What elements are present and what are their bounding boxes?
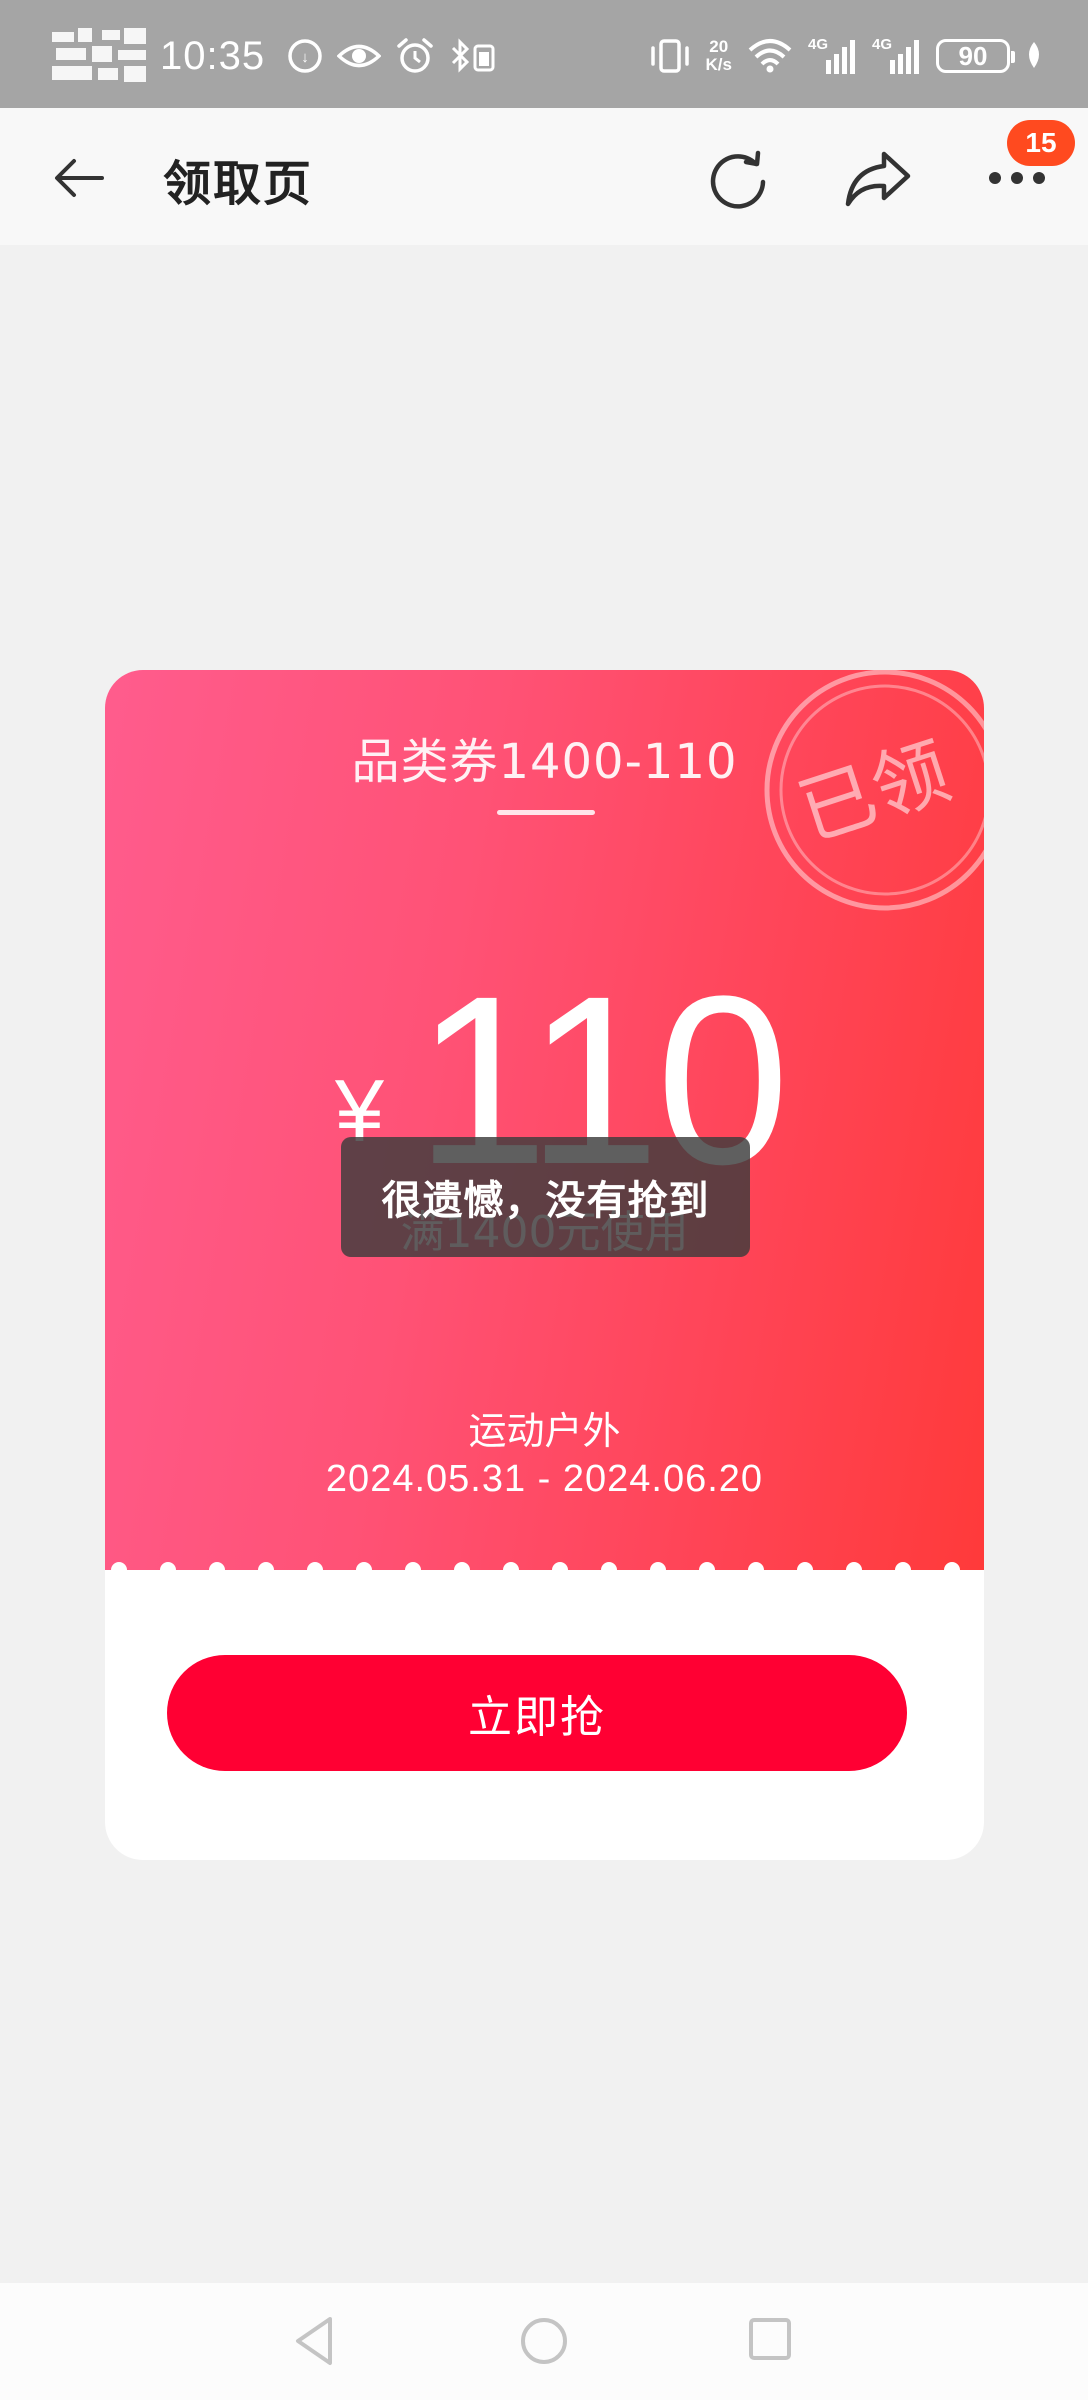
status-right-group: 20 K/s 4G 4G 90 [648, 28, 1044, 84]
system-navigation-bar [0, 2283, 1088, 2400]
system-recent-apps-button[interactable] [746, 2315, 794, 2363]
back-arrow-icon [55, 159, 104, 197]
status-left-group: 10:35 ↓ [52, 28, 497, 84]
leaf-icon [1029, 42, 1039, 68]
coupon-card: 已领 品类券1400-110 ¥ 110 满1400元使用 运动户外 2024.… [105, 670, 984, 1860]
nav-recent-square-icon [749, 2318, 791, 2360]
claim-now-button[interactable]: 立即抢 [167, 1655, 907, 1771]
coupon-name: 品类券1400-110 [351, 734, 738, 790]
signal-2: 4G [872, 36, 922, 76]
avatar-pixel-icon [52, 28, 148, 84]
validity-period: 2024.05.31 - 2024.06.20 [325, 1458, 764, 1500]
share-button[interactable] [844, 146, 912, 210]
coupon-category: 运动户外 [468, 1409, 621, 1453]
system-back-button[interactable] [290, 2313, 340, 2369]
toast-message: 很遗憾，没有抢到 [341, 1137, 750, 1257]
bluetooth-icon [452, 38, 495, 73]
nav-back-triangle-icon [296, 2317, 332, 2365]
notification-badge[interactable]: 15 [1007, 120, 1075, 166]
vibrate-icon [650, 39, 689, 73]
signal-1: 4G [808, 36, 858, 76]
status-bar: 10:35 ↓ 20 K/s 4G 4G 90 [0, 0, 1088, 108]
page-title: 领取页 [163, 156, 314, 212]
svg-text:↓: ↓ [301, 49, 309, 66]
data-saver-icon: ↓ [288, 39, 322, 73]
alarm-icon [397, 38, 433, 73]
status-time: 10:35 [160, 33, 266, 78]
battery-indicator: 90 [936, 39, 1015, 73]
status-left-icons: ↓ [287, 37, 497, 75]
back-button[interactable] [50, 148, 110, 208]
battery-level: 90 [958, 40, 988, 71]
eye-comfort-icon [337, 44, 382, 68]
system-home-button[interactable] [518, 2315, 570, 2367]
refresh-button[interactable] [706, 146, 770, 210]
signal-icon [890, 40, 919, 74]
network-speed: 20 K/s [706, 38, 732, 74]
network-speed-value: 20 [709, 37, 729, 56]
wifi-icon [748, 39, 792, 73]
refresh-icon [710, 150, 766, 209]
nav-home-circle-icon [521, 2318, 567, 2364]
title-divider [497, 810, 595, 815]
coupon-header: 已领 品类券1400-110 ¥ 110 满1400元使用 运动户外 2024.… [105, 670, 984, 1586]
top-nav-bar: 领取页 15 [0, 108, 1088, 245]
share-icon [845, 151, 911, 207]
perforation-edge [105, 1562, 984, 1586]
claimed-stamp: 已领 [764, 670, 984, 911]
network-speed-unit: K/s [705, 55, 732, 74]
signal-icon [826, 40, 855, 74]
